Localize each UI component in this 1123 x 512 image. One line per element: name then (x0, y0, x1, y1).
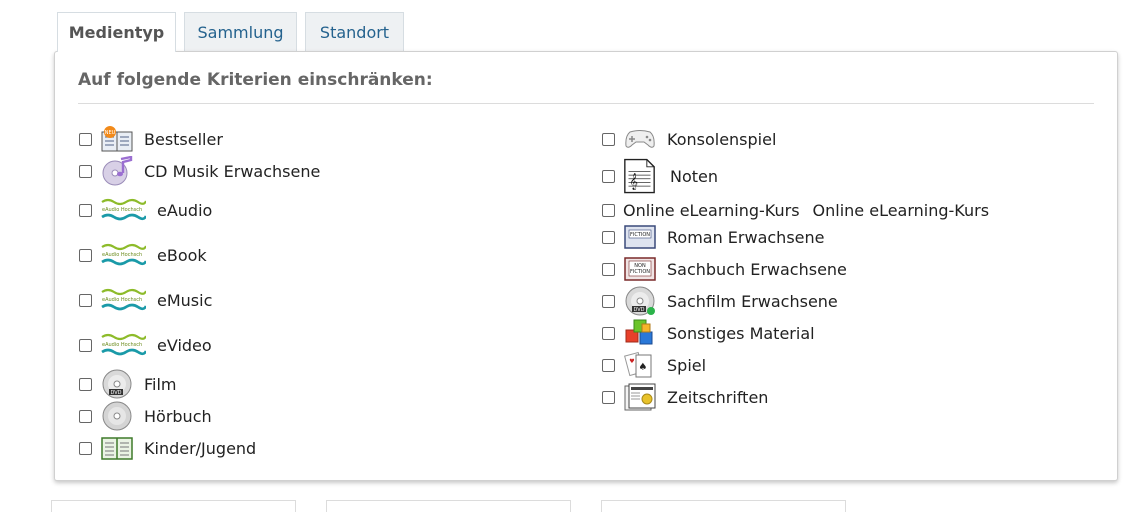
next-panel-stub (51, 500, 296, 512)
filter-label: Spiel (667, 355, 707, 375)
svg-text:DVD: DVD (633, 307, 644, 313)
filter-label: Konsolenspiel (667, 129, 777, 149)
checkbox[interactable] (79, 164, 92, 178)
onleihe-logo-icon: eAudio Hochsch (100, 330, 146, 360)
svg-text:𝄞: 𝄞 (629, 173, 638, 190)
filter-label: Sachfilm Erwachsene (667, 291, 838, 311)
dvd-icon: DVD (100, 369, 133, 399)
checkbox[interactable] (79, 203, 92, 217)
checkbox[interactable] (602, 262, 615, 276)
svg-text:eAudio Hochsch: eAudio Hochsch (102, 297, 142, 303)
open-book-icon (100, 433, 133, 463)
svg-text:♥: ♥ (629, 358, 634, 365)
bestseller-book-icon: NEU (100, 124, 133, 154)
filter-label: eMusic (157, 290, 213, 310)
checkbox[interactable] (79, 441, 92, 455)
checkbox[interactable] (79, 409, 92, 423)
filter-label: Noten (670, 166, 719, 186)
sheet-music-icon: 𝄞 (623, 156, 656, 196)
filter-label: Kinder/Jugend (144, 438, 257, 458)
filter-item-sonstiges[interactable]: Sonstiges Material (602, 318, 815, 348)
fiction-book-icon: FICTION (623, 222, 656, 252)
checkbox[interactable] (602, 132, 615, 146)
onleihe-logo-icon: eAudio Hochsch (100, 195, 146, 225)
checkbox[interactable] (602, 169, 615, 183)
checkbox[interactable] (602, 203, 615, 217)
checkbox[interactable] (602, 390, 615, 404)
filter-item-emusic[interactable]: eAudio Hochsch eMusic (79, 285, 212, 315)
filter-label: Sachbuch Erwachsene (667, 259, 847, 279)
filter-label: Online eLearning-Kurs (812, 200, 990, 220)
checkbox[interactable] (602, 230, 615, 244)
filter-item-zeitschriften[interactable]: Zeitschriften (602, 382, 768, 412)
filter-item-online-elearning[interactable]: Online eLearning-Kurs Online eLearning-K… (602, 195, 989, 225)
onleihe-logo-icon: eAudio Hochsch (100, 285, 146, 315)
filter-item-ebook[interactable]: eAudio Hochsch eBook (79, 240, 207, 270)
filter-item-sachbuch[interactable]: NON FICTION Sachbuch Erwachsene (602, 254, 847, 284)
filter-label: eVideo (157, 335, 212, 355)
svg-text:eAudio Hochsch: eAudio Hochsch (102, 207, 142, 213)
next-panel-stub (601, 500, 846, 512)
nonfiction-book-icon: NON FICTION (623, 254, 656, 284)
colored-cubes-icon (623, 318, 656, 348)
checkbox[interactable] (79, 338, 92, 352)
dvd-icon: DVD (623, 286, 656, 316)
filter-item-konsolenspiel[interactable]: Konsolenspiel (602, 124, 776, 154)
filter-label: Bestseller (144, 129, 223, 149)
filter-label: eAudio (157, 200, 213, 220)
checkbox[interactable] (602, 358, 615, 372)
cd-icon (100, 401, 133, 431)
playing-cards-icon: ♠ ♥ (623, 350, 656, 380)
svg-text:♠: ♠ (638, 362, 647, 373)
panel-title: Auf folgende Kriterien einschränken: (78, 70, 433, 90)
gamepad-icon (623, 124, 656, 154)
tab-medientyp[interactable]: Medientyp (57, 12, 176, 52)
filter-label: Hörbuch (144, 406, 212, 426)
tab-sammlung[interactable]: Sammlung (184, 12, 297, 51)
svg-text:eAudio Hochsch: eAudio Hochsch (102, 252, 142, 258)
broken-image-alt-text: Online eLearning-Kurs (623, 200, 800, 220)
checkbox[interactable] (79, 293, 92, 307)
filter-item-bestseller[interactable]: NEU Bestseller (79, 124, 223, 154)
filter-label: Film (144, 374, 177, 394)
filter-label: Sonstiges Material (667, 323, 815, 343)
filter-label: CD Musik Erwachsene (144, 161, 321, 181)
tab-bar: Medientyp Sammlung Standort (57, 12, 412, 52)
filter-label: Roman Erwachsene (667, 227, 825, 247)
divider (78, 103, 1094, 104)
svg-text:NEU: NEU (104, 130, 115, 136)
checkbox[interactable] (79, 377, 92, 391)
checkbox[interactable] (602, 326, 615, 340)
svg-text:FICTION: FICTION (629, 232, 649, 238)
next-panel-stub (326, 500, 571, 512)
filter-item-evideo[interactable]: eAudio Hochsch eVideo (79, 330, 212, 360)
filter-item-hoerbuch[interactable]: Hörbuch (79, 401, 212, 431)
filter-item-eaudio[interactable]: eAudio Hochsch eAudio (79, 195, 212, 225)
filter-item-kinder-jugend[interactable]: Kinder/Jugend (79, 433, 256, 463)
tab-standort[interactable]: Standort (305, 12, 404, 51)
filter-panel: Auf folgende Kriterien einschränken: NEU… (54, 51, 1118, 481)
checkbox[interactable] (79, 132, 92, 146)
checkbox[interactable] (79, 248, 92, 262)
filter-label: eBook (157, 245, 207, 265)
onleihe-logo-icon: eAudio Hochsch (100, 240, 146, 270)
svg-text:eAudio Hochsch: eAudio Hochsch (102, 342, 142, 348)
filter-item-film[interactable]: DVD Film (79, 369, 177, 399)
filter-item-spiel[interactable]: ♠ ♥ Spiel (602, 350, 706, 380)
checkbox[interactable] (602, 294, 615, 308)
filter-item-cd-musik[interactable]: CD Musik Erwachsene (79, 156, 320, 186)
svg-text:FICTION: FICTION (629, 269, 649, 275)
magazine-icon (623, 382, 656, 412)
filter-label: Zeitschriften (667, 387, 769, 407)
filter-item-roman[interactable]: FICTION Roman Erwachsene (602, 222, 824, 252)
cd-music-icon (100, 156, 133, 186)
svg-text:DVD: DVD (110, 390, 121, 396)
filter-item-sachfilm[interactable]: DVD Sachfilm Erwachsene (602, 286, 838, 316)
filter-item-noten[interactable]: 𝄞 Noten (602, 156, 718, 196)
